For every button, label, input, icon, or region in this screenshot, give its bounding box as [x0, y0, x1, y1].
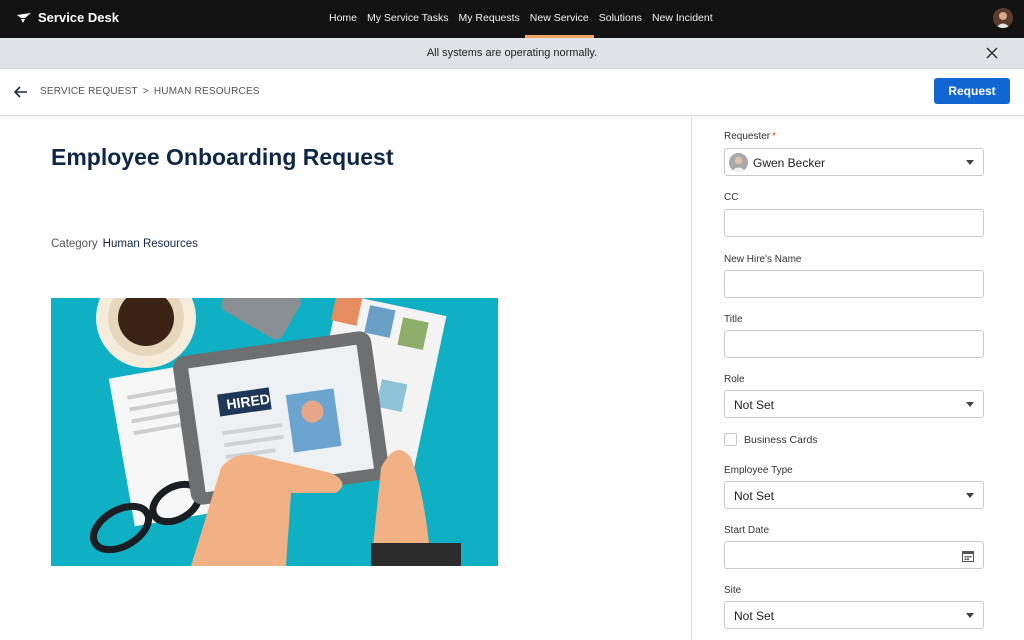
employee-type-label: Employee Type — [724, 465, 793, 476]
breadcrumb: SERVICE REQUEST > HUMAN RESOURCES — [40, 86, 260, 97]
main-nav: Home My Service Tasks My Requests New Se… — [324, 0, 718, 38]
chevron-down-icon — [966, 493, 974, 498]
request-button[interactable]: Request — [934, 78, 1010, 104]
status-banner: All systems are operating normally. — [0, 38, 1024, 69]
required-mark: * — [772, 131, 777, 142]
requester-label-text: Requester — [724, 131, 771, 142]
calendar-icon[interactable] — [962, 549, 974, 562]
requester-avatar — [729, 153, 748, 172]
breadcrumb-human-resources: HUMAN RESOURCES — [153, 86, 260, 97]
top-nav-bar: Service Desk Home My Service Tasks My Re… — [0, 0, 1024, 38]
nav-new-service[interactable]: New Service — [524, 0, 594, 38]
cc-label: CC — [724, 192, 739, 203]
brand[interactable]: Service Desk — [16, 10, 119, 25]
sub-header: SERVICE REQUEST > HUMAN RESOURCES — [0, 70, 1024, 116]
category-value: Human Resources — [102, 238, 198, 250]
breadcrumb-separator: > — [142, 86, 149, 97]
business-cards-checkbox[interactable] — [724, 433, 737, 446]
new-hire-name-label: New Hire's Name — [724, 254, 802, 265]
business-cards-label[interactable]: Business Cards — [744, 434, 818, 446]
status-message: All systems are operating normally. — [426, 47, 598, 59]
nav-my-requests[interactable]: My Requests — [454, 0, 525, 38]
site-select[interactable]: Not Set — [724, 601, 984, 629]
role-value: Not Set — [734, 398, 775, 412]
chevron-down-icon — [966, 402, 974, 407]
site-label: Site — [724, 585, 742, 596]
role-label: Role — [724, 374, 745, 385]
breadcrumb-service-request[interactable]: SERVICE REQUEST — [40, 86, 138, 97]
onboarding-illustration: HIRED — [51, 298, 498, 566]
cc-input[interactable] — [724, 209, 984, 237]
back-arrow-icon[interactable] — [13, 85, 29, 99]
category-label: Category — [51, 238, 98, 250]
requester-label: Requester * — [724, 131, 776, 142]
start-date-input[interactable] — [724, 541, 984, 569]
site-value: Not Set — [734, 609, 775, 623]
app-title: Service Desk — [38, 10, 119, 25]
role-select[interactable]: Not Set — [724, 390, 984, 418]
title-input[interactable] — [724, 330, 984, 358]
title-label: Title — [724, 314, 743, 325]
nav-new-incident[interactable]: New Incident — [647, 0, 718, 38]
new-hire-name-input[interactable] — [724, 270, 984, 298]
nav-home[interactable]: Home — [324, 0, 362, 38]
user-avatar[interactable] — [993, 8, 1013, 28]
requester-value: Gwen Becker — [753, 156, 826, 170]
category-row: Category Human Resources — [51, 238, 198, 250]
employee-type-value: Not Set — [734, 489, 775, 503]
nav-my-service-tasks[interactable]: My Service Tasks — [362, 0, 454, 38]
panel-divider — [691, 117, 692, 640]
close-icon[interactable] — [985, 46, 999, 60]
start-date-label: Start Date — [724, 525, 770, 536]
employee-type-select[interactable]: Not Set — [724, 481, 984, 509]
nav-solutions[interactable]: Solutions — [594, 0, 647, 38]
page-title: Employee Onboarding Request — [51, 144, 394, 170]
requester-select[interactable]: Gwen Becker — [724, 148, 984, 176]
chevron-down-icon — [966, 613, 974, 618]
business-cards-row: Business Cards — [724, 433, 818, 446]
service-desk-logo-icon — [16, 12, 32, 24]
chevron-down-icon — [966, 160, 974, 165]
